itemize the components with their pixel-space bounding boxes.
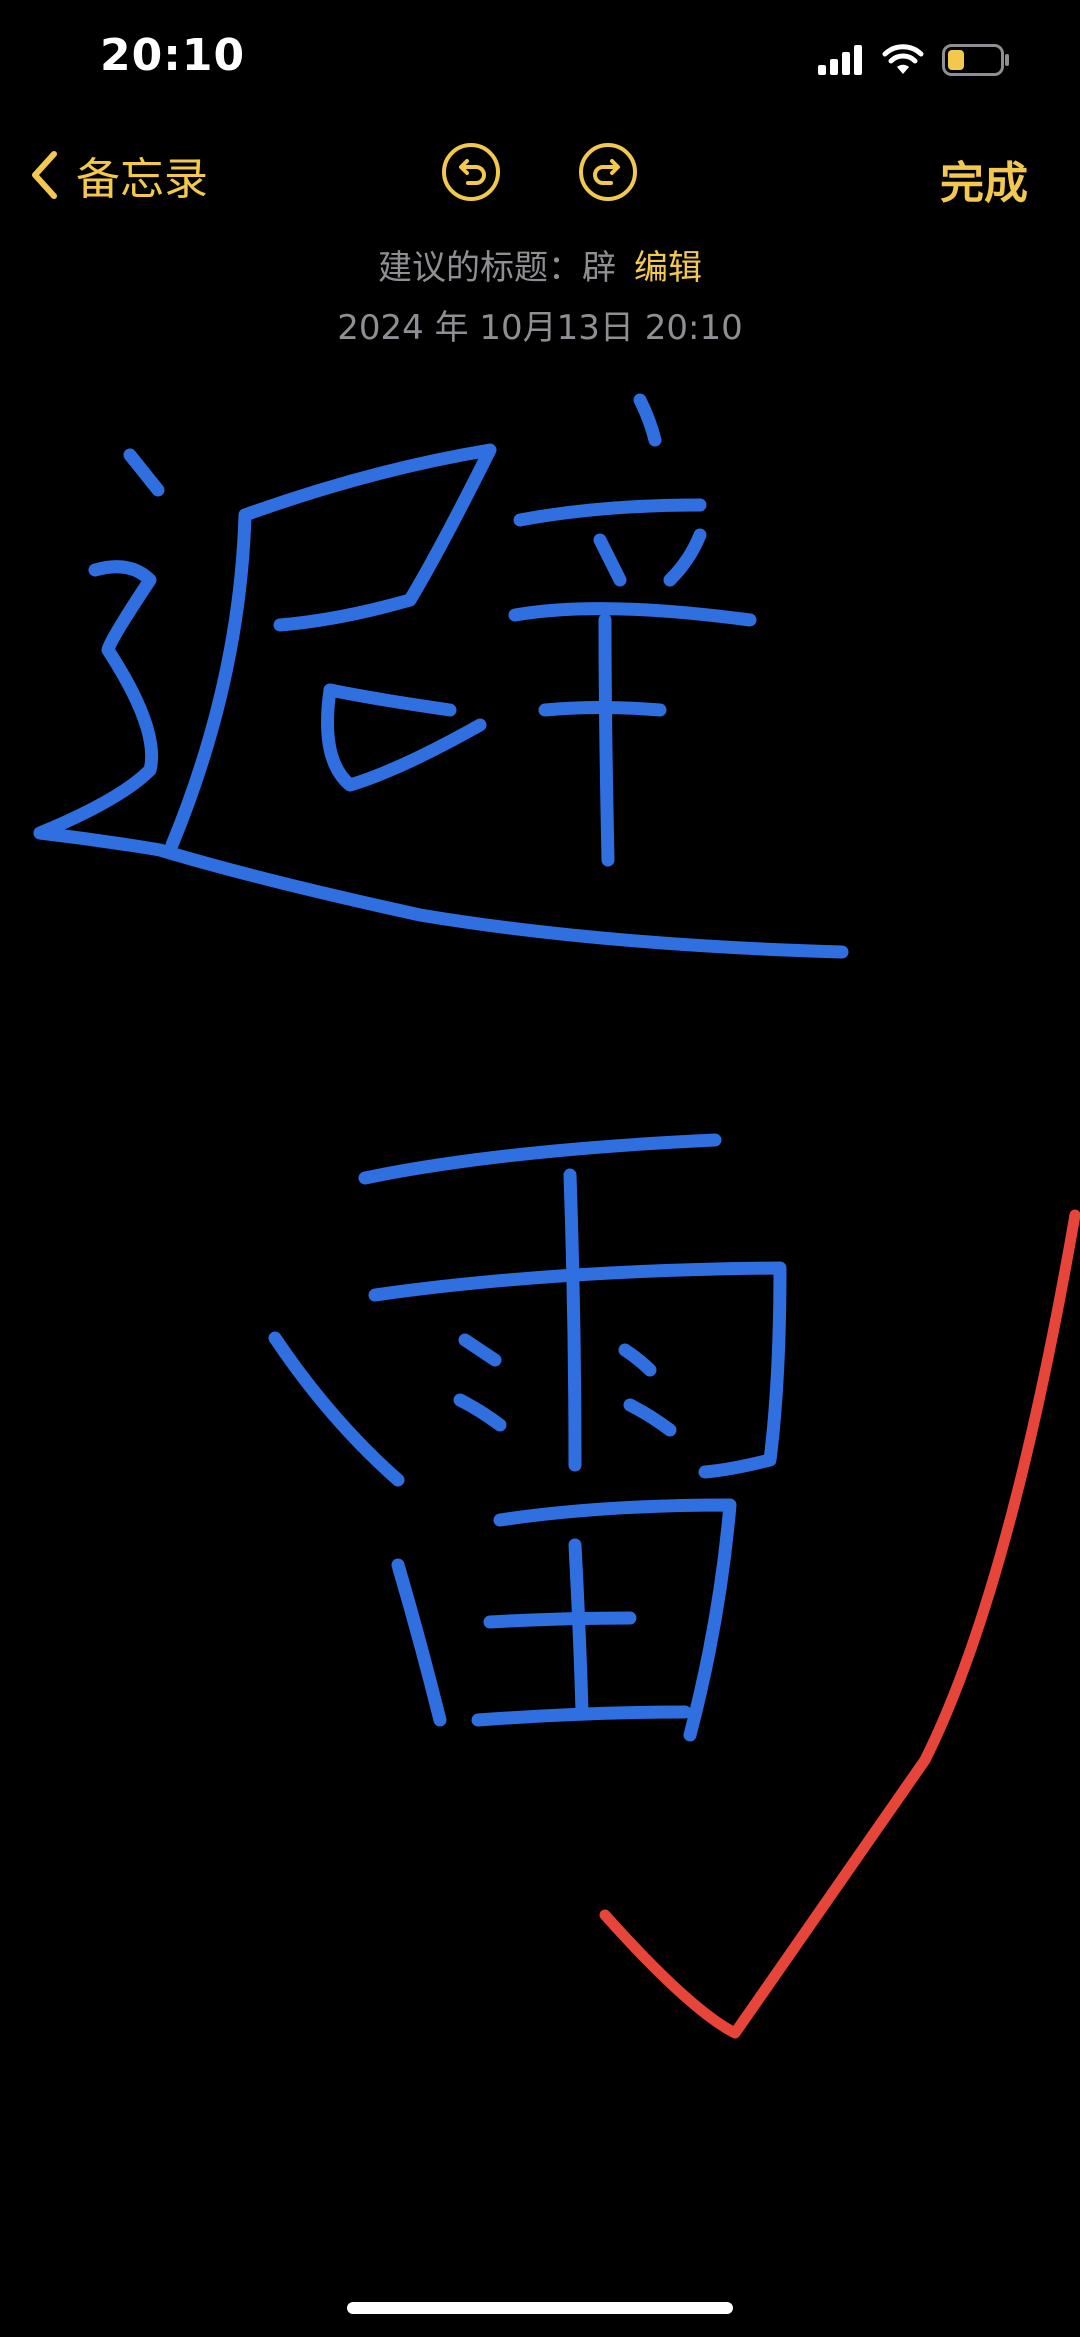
redo-icon xyxy=(593,159,620,185)
chevron-left-icon xyxy=(32,151,57,199)
back-button[interactable]: 备忘录 xyxy=(30,135,208,215)
nav-bar: 备忘录 完成 xyxy=(0,135,1080,215)
status-time: 20:10 xyxy=(100,30,246,81)
battery-icon xyxy=(942,44,1009,76)
wifi-icon xyxy=(882,44,924,74)
checkmark-stroke xyxy=(599,1209,1080,2039)
undo-icon xyxy=(459,159,486,185)
status-icons xyxy=(818,40,1010,80)
home-indicator[interactable] xyxy=(347,2302,733,2314)
drawing-canvas[interactable] xyxy=(0,380,1080,2260)
suggested-title-value: 辟 xyxy=(582,248,616,288)
note-date: 2024 年 10月13日 20:10 xyxy=(337,308,743,348)
redo-button[interactable] xyxy=(577,141,639,203)
handwriting-strokes xyxy=(33,393,849,1742)
suggested-title-label: 建议的标题： xyxy=(378,248,582,288)
suggested-title: 建议的标题：辟 编辑 xyxy=(0,240,1080,289)
edit-title-button[interactable]: 编辑 xyxy=(634,248,702,288)
done-button[interactable]: 完成 xyxy=(940,147,1028,211)
undo-button[interactable] xyxy=(440,141,502,203)
status-bar: 20:10 xyxy=(0,0,1080,120)
back-label: 备忘录 xyxy=(76,154,208,205)
cellular-signal-icon xyxy=(818,45,862,75)
